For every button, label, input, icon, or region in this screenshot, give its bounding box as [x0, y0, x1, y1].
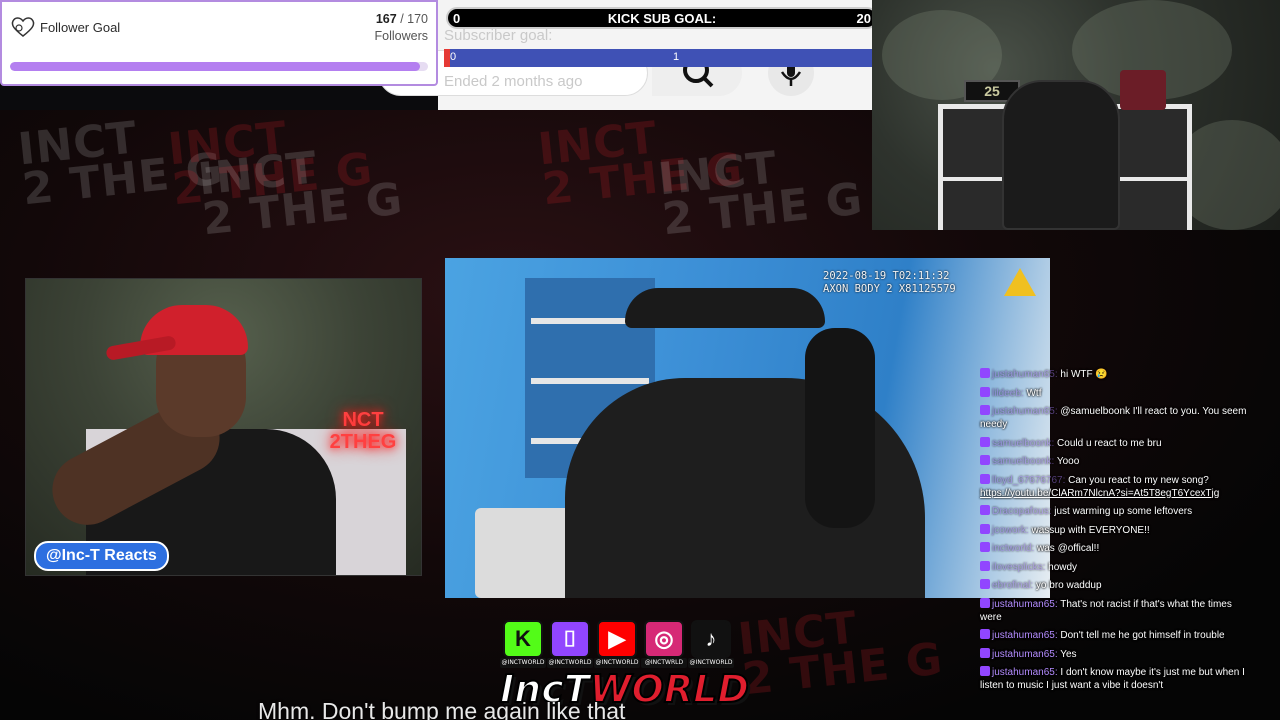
- chat-message: justahuman65: hi WTF 😢: [980, 368, 1250, 381]
- chat-text: yo bro waddup: [1033, 580, 1102, 591]
- follower-goal-count: 167 / 170: [375, 12, 428, 26]
- background-logo: INCT 2 THE G: [735, 602, 946, 706]
- chat-username: inctworld:: [992, 543, 1035, 554]
- kick-sub-goal-start: 0: [453, 11, 461, 26]
- chat-text: wassup with EVERYONE!!: [1028, 524, 1150, 536]
- chat-message: Dracopafous: just warming up some leftov…: [980, 505, 1250, 518]
- follower-goal-title: Follower Goal: [40, 20, 121, 35]
- subscriber-goal-label: Subscriber goal:: [444, 27, 553, 44]
- chat-username: justahuman65:: [992, 598, 1058, 610]
- background-logo: INCT 2 THE G: [655, 142, 866, 246]
- chat-message: samuelboonk: Yooo: [980, 455, 1250, 468]
- chat-username: justahuman65:: [992, 630, 1058, 641]
- follower-goal-progress-bar: [10, 62, 428, 71]
- chat-text: hi WTF 😢: [1057, 369, 1108, 380]
- background-logo: INCT 2 THE G: [195, 142, 406, 246]
- kick-icon[interactable]: K: [503, 620, 543, 658]
- chat-text: Could u react to me bru: [1054, 437, 1162, 449]
- twitch-badge-icon: [980, 505, 990, 515]
- chat-username: justahuman65:: [992, 648, 1058, 660]
- twitch-badge-icon: [980, 386, 990, 397]
- chat-overlay: justahuman65: hi WTF 😢 lildeeb: Wtf justah…: [980, 368, 1250, 698]
- room-camera-feed: 25: [872, 0, 1280, 230]
- chat-username: jcowork:: [992, 524, 1029, 536]
- streamer-tag: @Inc-T Reacts: [34, 541, 169, 571]
- gaming-chair: [1002, 80, 1120, 230]
- chat-username: justahuman65:: [992, 369, 1058, 380]
- kick-sub-goal-bar: KICK SUB GOAL: 0 20: [446, 7, 878, 29]
- chat-message: justahuman65: Yes: [980, 647, 1250, 661]
- chat-message: lloyd_67676767: Can you react to my new …: [980, 473, 1250, 500]
- chat-username: samuelboonk:: [992, 456, 1055, 467]
- heart-icon: [11, 17, 35, 37]
- chat-text: Yooo: [1054, 456, 1080, 467]
- chat-message: ebrofinal: yo bro waddup: [980, 579, 1250, 592]
- chat-link[interactable]: https://youtu.be/ClARm7NlcnA?si=At5T8egT…: [980, 488, 1219, 499]
- social-links-bar: K @INCTWORLD ⌷ @INCTWORLD ▶ @INCTWORLD ◎ @INCTW…: [500, 620, 737, 668]
- chat-text: Yes: [1057, 648, 1077, 660]
- chat-message: justahuman65: Don't tell me he got himse…: [980, 629, 1250, 642]
- kick-sub-goal-title: KICK SUB GOAL:: [607, 11, 717, 26]
- hat: [625, 288, 825, 328]
- chat-message: ilovesplicks: howdy: [980, 560, 1250, 574]
- video-player[interactable]: 2022-08-19 T02:11:32 AXON BODY 2 X8112557…: [445, 258, 1050, 598]
- twitch-icon[interactable]: ⌷: [550, 620, 590, 658]
- axon-logo-icon: [1004, 268, 1036, 296]
- twitch-badge-icon: [980, 473, 990, 484]
- subscriber-goal-bar: 0 1 100: [444, 49, 910, 67]
- chat-message: justahuman65: I don't know maybe it's ju…: [980, 666, 1250, 692]
- chat-text: howdy: [1045, 561, 1078, 573]
- video-caption: Mhm. Don't bump me again like that: [258, 698, 626, 720]
- streamer-camera-feed: NCT 2THEG @Inc-T Reacts: [25, 278, 422, 576]
- twitch-badge-icon: [980, 405, 990, 415]
- twitch-badge-icon: [980, 455, 990, 465]
- chat-username: justahuman65:: [992, 406, 1058, 417]
- twitch-badge-icon: [980, 560, 990, 571]
- subscriber-goal-ended: Ended 2 months ago: [444, 73, 583, 90]
- chat-text: Wtf: [1023, 387, 1042, 399]
- bodycam-timestamp: 2022-08-19 T02:11:32 AXON BODY 2 X8112557…: [823, 270, 956, 295]
- chat-username: justahuman65:: [992, 667, 1058, 678]
- tiktok-icon[interactable]: ♪: [691, 620, 731, 658]
- twitch-badge-icon: [980, 579, 990, 589]
- subscriber-goal-bar-mid: 1: [673, 51, 680, 63]
- twitch-badge-icon: [980, 597, 990, 608]
- twitch-badge-icon: [980, 542, 990, 552]
- decor-item: [1120, 70, 1166, 110]
- chat-username: samuelboonk:: [992, 437, 1055, 449]
- chat-text: Don't tell me he got himself in trouble: [1057, 630, 1225, 641]
- chat-username: ilovesplicks:: [992, 561, 1046, 573]
- twitch-badge-icon: [980, 629, 990, 639]
- chat-message: inctworld: was @offical!!: [980, 542, 1250, 555]
- chat-text: just warming up some leftovers: [1051, 506, 1193, 517]
- chat-message: lildeeb: Wtf: [980, 386, 1250, 400]
- chat-text: was @offical!!: [1034, 543, 1100, 554]
- chat-username: Dracopafous:: [992, 506, 1052, 517]
- kick-sub-goal-target: 20: [856, 11, 871, 26]
- chat-message: justahuman65: @samuelboonk I'll react to…: [980, 405, 1250, 431]
- follower-goal-widget: Follower Goal 167 / 170 Followers: [0, 0, 438, 86]
- twitch-badge-icon: [980, 368, 990, 378]
- follower-goal-progress-fill: [10, 62, 421, 71]
- twitch-badge-icon: [980, 647, 990, 658]
- chat-message: jcowork: wassup with EVERYONE!!: [980, 523, 1250, 537]
- chat-username: lildeeb:: [992, 387, 1024, 399]
- twitch-badge-icon: [980, 523, 990, 534]
- follower-goal-unit: Followers: [374, 29, 429, 43]
- chat-username: lloyd_67676767:: [992, 474, 1066, 486]
- subscriber-goal-bar-start: 0: [450, 51, 457, 63]
- chat-message: justahuman65: That's not racist if that'…: [980, 597, 1250, 624]
- twitch-badge-icon: [980, 666, 990, 676]
- twitch-badge-icon: [980, 436, 990, 447]
- chat-message: samuelboonk: Could u react to me bru: [980, 436, 1250, 450]
- chat-text: Can you react to my new song?: [1065, 474, 1209, 486]
- youtube-icon[interactable]: ▶: [597, 620, 637, 658]
- chat-username: ebrofinal:: [992, 580, 1034, 591]
- instagram-icon[interactable]: ◎: [644, 620, 684, 658]
- neon-sign: NCT 2THEG: [329, 409, 397, 453]
